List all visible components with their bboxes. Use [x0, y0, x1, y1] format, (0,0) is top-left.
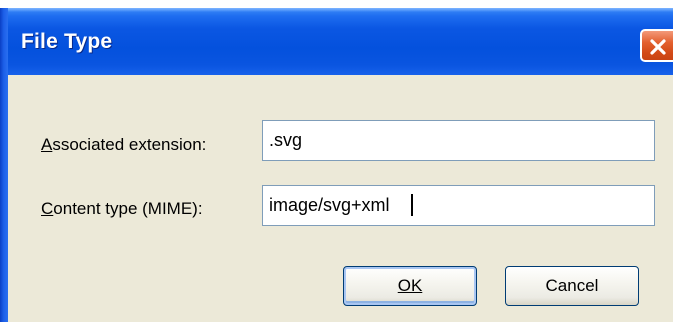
associated-extension-label-text: ssociated extension:: [52, 135, 207, 154]
content-type-label-text: ontent type (MIME):: [53, 199, 203, 218]
cancel-button[interactable]: Cancel: [505, 266, 639, 306]
screen: File Type Associated extension: Content …: [0, 0, 673, 322]
close-button[interactable]: [640, 29, 673, 62]
dialog-body: Associated extension: Content type (MIME…: [8, 75, 673, 322]
window-frame-left: [0, 8, 8, 322]
content-type-label: Content type (MIME):: [41, 199, 203, 219]
associated-extension-input[interactable]: [262, 120, 655, 161]
title-bar[interactable]: File Type: [0, 8, 673, 75]
ok-button[interactable]: OK: [343, 266, 477, 306]
ok-button-label: OK: [397, 276, 423, 295]
content-type-input[interactable]: [262, 185, 655, 226]
dialog-title: File Type: [21, 30, 113, 53]
text-caret: [411, 194, 413, 216]
file-type-dialog: File Type Associated extension: Content …: [0, 8, 673, 322]
content-type-mnemonic: C: [41, 199, 54, 218]
close-icon: [650, 39, 666, 55]
associated-extension-label: Associated extension:: [41, 135, 206, 155]
associated-extension-mnemonic: A: [41, 135, 53, 154]
